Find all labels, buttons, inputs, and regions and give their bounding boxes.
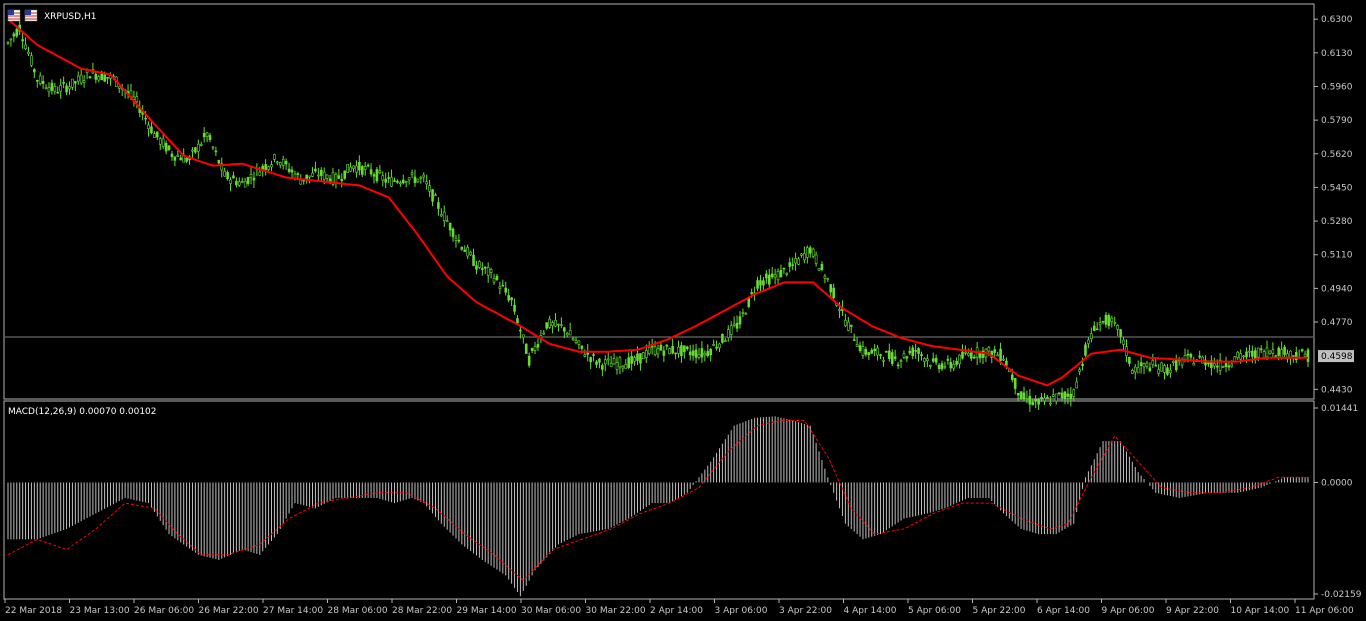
candle [478, 260, 481, 269]
price-tick-label: 0.6300 [1321, 15, 1353, 25]
current-price-label: 0.4598 [1321, 352, 1353, 362]
time-tick-label: 30 Mar 06:00 [521, 606, 581, 616]
time-tick-label: 11 Apr 06:00 [1295, 606, 1354, 616]
time-tick-label: 30 Mar 22:00 [586, 606, 646, 616]
time-tick-label: 5 Apr 06:00 [908, 606, 961, 616]
candle [375, 167, 379, 184]
chart-background [0, 0, 1366, 621]
time-tick-label: 9 Apr 22:00 [1166, 606, 1219, 616]
time-tick-label: 26 Mar 22:00 [199, 606, 259, 616]
candle [1019, 391, 1023, 400]
time-tick-label: 3 Apr 22:00 [779, 606, 832, 616]
time-tick-label: 23 Mar 13:00 [70, 606, 130, 616]
price-tick-label: 0.5620 [1321, 150, 1353, 160]
time-tick-label: 9 Apr 06:00 [1102, 606, 1155, 616]
price-tick-label: 0.4430 [1321, 385, 1353, 395]
price-tick-label: 0.4940 [1321, 284, 1353, 294]
time-tick-label: 29 Mar 14:00 [457, 606, 517, 616]
time-tick-label: 2 Apr 14:00 [650, 606, 703, 616]
macd-tick-label: 0.01441 [1321, 404, 1358, 414]
macd-label: MACD(12,26,9) 0.00070 0.00102 [8, 407, 157, 417]
time-tick-label: 22 Mar 2018 [5, 606, 62, 616]
price-tick-label: 0.4770 [1321, 318, 1353, 328]
symbol-label: XRPUSD,H1 [44, 12, 96, 22]
candle [817, 267, 821, 271]
price-tick-label: 0.5280 [1321, 217, 1353, 227]
time-tick-label: 4 Apr 14:00 [844, 606, 897, 616]
candle [668, 347, 672, 355]
candle [524, 343, 528, 354]
candle [642, 351, 645, 359]
macd-tick-label: 0.0000 [1321, 478, 1353, 488]
price-tick-label: 0.5790 [1321, 116, 1353, 126]
time-tick-label: 3 Apr 06:00 [715, 606, 768, 616]
time-tick-label: 27 Mar 14:00 [263, 606, 323, 616]
macd-tick-label: -0.02159 [1321, 590, 1362, 600]
candle [346, 164, 349, 174]
price-tick-label: 0.5960 [1321, 82, 1353, 92]
time-tick-label: 28 Mar 22:00 [392, 606, 452, 616]
time-tick-label: 5 Apr 22:00 [973, 606, 1026, 616]
candle [343, 170, 347, 180]
candle [1160, 361, 1163, 372]
price-tick-label: 0.6130 [1321, 49, 1353, 59]
chart-canvas[interactable]: 0.6300 0.6130 0.5960 0.5790 0.5620 0.5450 0.52… [0, 0, 1366, 621]
candle [88, 75, 92, 79]
price-tick-label: 0.5110 [1321, 251, 1353, 261]
price-tick-label: 0.5450 [1321, 183, 1353, 193]
time-tick-label: 10 Apr 14:00 [1231, 606, 1290, 616]
time-tick-label: 28 Mar 06:00 [328, 606, 388, 616]
time-tick-label: 26 Mar 06:00 [134, 606, 194, 616]
time-tick-label: 6 Apr 14:00 [1037, 606, 1090, 616]
candle [721, 333, 724, 344]
